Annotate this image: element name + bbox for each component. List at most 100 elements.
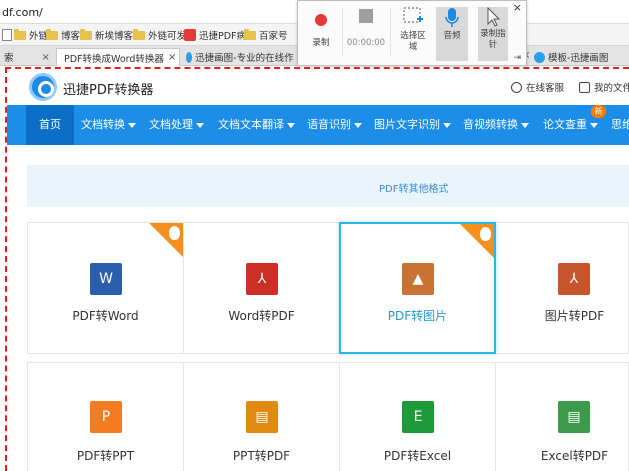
tab-templates[interactable]: 模板-迅捷画图 bbox=[530, 48, 629, 66]
bookmark-folder-links[interactable]: 外链可发 bbox=[133, 28, 186, 42]
bookmark-label: 迅捷PDF病 bbox=[199, 31, 247, 42]
chevron-down-icon bbox=[128, 122, 136, 128]
ppt-icon: P bbox=[90, 401, 122, 433]
nav-label: 语音识别 bbox=[307, 118, 351, 131]
card-ppt-to-pdf[interactable]: ▤ PPT转PDF bbox=[183, 362, 340, 471]
pdf-icon: ⅄ bbox=[558, 263, 590, 295]
card-pdf-to-word[interactable]: W PDF转Word bbox=[27, 222, 184, 354]
tab-xunjie-draw[interactable]: 迅捷画图-专业的在线作× bbox=[182, 48, 310, 66]
spreadsheet-icon: ▤ bbox=[558, 401, 590, 433]
timer: 00:00:00 bbox=[346, 7, 386, 61]
tab-label: 模板-迅捷画图 bbox=[548, 53, 609, 64]
url-text[interactable]: df.com/ bbox=[2, 6, 43, 19]
card-pdf-to-ppt[interactable]: P PDF转PPT bbox=[27, 362, 184, 471]
tab-label: PDF转换成Word转换器 bbox=[64, 53, 164, 65]
online-service-label: 在线客服 bbox=[526, 83, 565, 94]
my-files-label: 我的文件 bbox=[594, 83, 629, 94]
slides-icon: ▤ bbox=[246, 401, 278, 433]
new-badge: 新 bbox=[591, 105, 606, 118]
main-nav: 首页 文档转换 文档处理 文档文本翻译 语音识别 图片文字识别 音视频转换 论文… bbox=[7, 105, 629, 145]
folder-icon bbox=[244, 28, 256, 40]
card-label: PDF转Word bbox=[72, 309, 139, 323]
nav-doc-translate[interactable]: 文档文本翻译 bbox=[218, 105, 295, 145]
timer-value: 00:00:00 bbox=[346, 38, 386, 48]
pdf-icon bbox=[184, 29, 196, 41]
tab-search[interactable]: 索 × bbox=[0, 48, 54, 66]
card-label: PDF转PPT bbox=[76, 449, 135, 463]
card-label: PDF转图片 bbox=[387, 309, 448, 323]
divider bbox=[342, 9, 343, 57]
bookmark-label: 新埃博客 bbox=[95, 31, 134, 42]
nav-label: 文档处理 bbox=[149, 118, 193, 131]
card-pdf-to-image[interactable]: ▲ PDF转图片 bbox=[339, 222, 496, 354]
card-label: 图片转PDF bbox=[544, 309, 605, 323]
card-word-to-pdf[interactable]: ⅄ Word转PDF bbox=[183, 222, 340, 354]
record-cursor-label: 录制指针 bbox=[480, 29, 506, 50]
nav-speech-recognition[interactable]: 语音识别 bbox=[307, 105, 362, 145]
bookmark-pdf[interactable]: 迅捷PDF病 bbox=[184, 28, 246, 42]
chevron-down-icon bbox=[354, 122, 362, 128]
flame-icon bbox=[169, 226, 180, 240]
bookmark-label: 博客 bbox=[61, 31, 81, 42]
site-header: 迅捷PDF转换器 在线客服 我的文件 bbox=[7, 69, 629, 105]
record-cursor-button[interactable]: 录制指针 bbox=[478, 7, 508, 61]
brand-name[interactable]: 迅捷PDF转换器 bbox=[63, 79, 153, 98]
card-pdf-to-excel[interactable]: E PDF转Excel bbox=[339, 362, 496, 471]
record-label: 录制 bbox=[312, 38, 330, 48]
nav-media-convert[interactable]: 音视频转换 bbox=[463, 105, 529, 145]
bookmark-folder-new-blog[interactable]: 新埃博客 bbox=[80, 28, 133, 42]
bookmark-folder-baijia[interactable]: 百家号 bbox=[244, 28, 288, 42]
chevron-down-icon bbox=[590, 122, 598, 128]
chevron-down-icon bbox=[287, 122, 295, 128]
tab-pdf-converter[interactable]: PDF转换成Word转换器 × bbox=[56, 48, 180, 66]
nav-label: 图片文字识别 bbox=[374, 118, 440, 131]
record-icon bbox=[315, 14, 327, 26]
headset-icon bbox=[511, 81, 522, 93]
card-image-to-pdf[interactable]: ⅄ 图片转PDF bbox=[495, 222, 629, 354]
chevron-down-icon bbox=[196, 122, 204, 128]
card-excel-to-pdf[interactable]: ▤ Excel转PDF bbox=[495, 362, 629, 471]
image-icon: ▲ bbox=[402, 263, 434, 295]
nav-image-ocr[interactable]: 图片文字识别 bbox=[374, 105, 451, 145]
select-area-icon bbox=[403, 7, 423, 23]
my-files-link[interactable]: 我的文件 bbox=[579, 80, 629, 94]
tab-label: 迅捷画图-专业的在线作 bbox=[195, 53, 294, 64]
audio-button[interactable]: 音频 bbox=[436, 7, 468, 61]
chevron-down-icon bbox=[443, 122, 451, 128]
nav-label: 思维 bbox=[611, 118, 629, 131]
bookmark-folder-blog[interactable]: 博客 bbox=[46, 28, 80, 42]
divider bbox=[390, 9, 391, 57]
card-label: PDF转Excel bbox=[383, 449, 452, 463]
close-icon[interactable]: × bbox=[42, 52, 50, 63]
stop-icon bbox=[359, 9, 373, 23]
page-icon bbox=[2, 29, 12, 41]
microphone-icon bbox=[445, 8, 459, 27]
nav-label: 文档文本翻译 bbox=[218, 118, 284, 131]
close-icon[interactable]: × bbox=[168, 52, 176, 63]
select-area-label: 选择区域 bbox=[400, 31, 426, 52]
close-icon[interactable]: × bbox=[513, 1, 522, 14]
bookmark-label: 外链可发 bbox=[148, 31, 187, 42]
logo[interactable] bbox=[29, 73, 57, 101]
online-service-link[interactable]: 在线客服 bbox=[511, 80, 564, 94]
nav-label: 音视频转换 bbox=[463, 118, 518, 131]
folder-icon bbox=[14, 28, 26, 40]
nav-doc-process[interactable]: 文档处理 bbox=[149, 105, 204, 145]
flame-icon bbox=[480, 227, 491, 241]
document-icon bbox=[579, 81, 590, 93]
nav-home[interactable]: 首页 bbox=[26, 105, 74, 145]
folder-icon bbox=[133, 28, 145, 40]
pin-icon[interactable]: ⇥ bbox=[513, 53, 521, 63]
nav-plagiarism-check[interactable]: 论文查重 bbox=[543, 105, 598, 145]
excel-icon: E bbox=[402, 401, 434, 433]
screen-recorder-toolbar: 录制 00:00:00 选择区域 音频 录制指针 × ⇥ bbox=[297, 0, 527, 66]
nav-doc-convert[interactable]: 文档转换 bbox=[81, 105, 136, 145]
site-favicon-icon bbox=[186, 51, 193, 63]
nav-label: 论文查重 bbox=[543, 118, 587, 131]
nav-label: 文档转换 bbox=[81, 118, 125, 131]
record-button[interactable]: 录制 bbox=[302, 7, 340, 61]
select-area-button[interactable]: 选择区域 bbox=[394, 7, 432, 61]
bookmark-folder-waillian[interactable]: 外链 bbox=[14, 28, 48, 42]
section-title: PDF转其他格式 bbox=[379, 184, 449, 195]
nav-mindmap[interactable]: 思维 bbox=[611, 105, 629, 145]
